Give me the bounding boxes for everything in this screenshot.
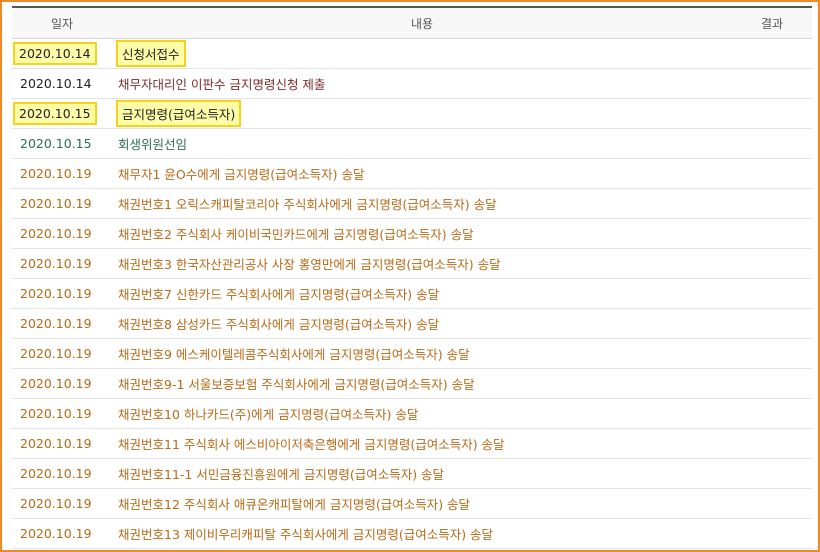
row-result xyxy=(732,518,812,549)
row-date: 2020.10.19 xyxy=(12,458,112,489)
table-row: 2020.10.19 채권번호8 삼성카드 주식회사에게 금지명령(급여소득자)… xyxy=(12,308,812,339)
row-content: 채무자1 윤O수에게 금지명령(급여소득자) 송달 xyxy=(112,158,732,189)
row-content: 채권번호7 신한카드 주식회사에게 금지명령(급여소득자) 송달 xyxy=(112,278,732,309)
row-result xyxy=(732,188,812,219)
row-result xyxy=(732,488,812,519)
table-row: 2020.10.14 채무자대리인 이판수 금지명령신청 제출 xyxy=(12,68,812,99)
row-result xyxy=(732,218,812,249)
header-date: 일자 xyxy=(12,8,112,39)
row-result xyxy=(732,308,812,339)
row-content: 채권번호13 제이비우리캐피탈 주식회사에게 금지명령(급여소득자) 송달 xyxy=(112,518,732,549)
table-row: 2020.10.19 채권번호9-1 서울보증보험 주식회사에게 금지명령(급여… xyxy=(12,368,812,399)
row-result xyxy=(732,128,812,159)
table-row: 2020.10.15 금지명령(급여소득자) xyxy=(12,98,812,129)
row-date: 2020.10.19 xyxy=(12,158,112,189)
row-date: 2020.10.19 xyxy=(12,428,112,459)
row-date: 2020.10.15 xyxy=(12,98,112,129)
row-result xyxy=(732,98,812,129)
row-date: 2020.10.19 xyxy=(12,338,112,369)
case-progress-table-wrap: 일자 내용 결과 2020.10.14 신청서접수 2020.10.14 채무자… xyxy=(12,6,812,549)
row-date: 2020.10.19 xyxy=(12,518,112,549)
row-date: 2020.10.19 xyxy=(12,488,112,519)
table-row: 2020.10.15 회생위원선임 xyxy=(12,128,812,159)
table-row: 2020.10.19 채무자1 윤O수에게 금지명령(급여소득자) 송달 xyxy=(12,158,812,189)
row-date: 2020.10.14 xyxy=(12,38,112,69)
row-content: 채권번호2 주식회사 케이비국민카드에게 금지명령(급여소득자) 송달 xyxy=(112,218,732,249)
row-date: 2020.10.19 xyxy=(12,398,112,429)
row-date: 2020.10.19 xyxy=(12,248,112,279)
table-row: 2020.10.14 신청서접수 xyxy=(12,38,812,69)
row-result xyxy=(732,38,812,69)
row-content: 채권번호11-1 서민금융진흥원에게 금지명령(급여소득자) 송달 xyxy=(112,458,732,489)
table-row: 2020.10.19 채권번호10 하나카드(주)에게 금지명령(급여소득자) … xyxy=(12,398,812,429)
row-content: 채권번호9-1 서울보증보험 주식회사에게 금지명령(급여소득자) 송달 xyxy=(112,368,732,399)
row-date: 2020.10.19 xyxy=(12,188,112,219)
row-date: 2020.10.19 xyxy=(12,308,112,339)
table-header-row: 일자 내용 결과 xyxy=(12,8,812,39)
row-date: 2020.10.19 xyxy=(12,368,112,399)
row-result xyxy=(732,158,812,189)
row-content: 채권번호9 에스케이텔레콤주식회사에게 금지명령(급여소득자) 송달 xyxy=(112,338,732,369)
row-date: 2020.10.19 xyxy=(12,218,112,249)
header-content: 내용 xyxy=(112,8,732,39)
table-row: 2020.10.19 채권번호3 한국자산관리공사 사장 홍영만에게 금지명령(… xyxy=(12,248,812,279)
row-content: 채권번호1 오릭스캐피탈코리아 주식회사에게 금지명령(급여소득자) 송달 xyxy=(112,188,732,219)
row-result xyxy=(732,68,812,99)
case-progress-panel: 일자 내용 결과 2020.10.14 신청서접수 2020.10.14 채무자… xyxy=(0,0,820,552)
row-content: 채권번호11 주식회사 에스비아이저축은행에게 금지명령(급여소득자) 송달 xyxy=(112,428,732,459)
row-content: 회생위원선임 xyxy=(112,128,732,159)
row-content: 채권번호10 하나카드(주)에게 금지명령(급여소득자) 송달 xyxy=(112,398,732,429)
row-result xyxy=(732,278,812,309)
table-row: 2020.10.19 채권번호2 주식회사 케이비국민카드에게 금지명령(급여소… xyxy=(12,218,812,249)
row-result xyxy=(732,248,812,279)
row-date: 2020.10.14 xyxy=(12,68,112,99)
row-result xyxy=(732,398,812,429)
table-row: 2020.10.19 채권번호11-1 서민금융진흥원에게 금지명령(급여소득자… xyxy=(12,458,812,489)
header-result: 결과 xyxy=(732,8,812,39)
row-result xyxy=(732,368,812,399)
row-content: 채무자대리인 이판수 금지명령신청 제출 xyxy=(112,68,732,99)
row-content: 신청서접수 xyxy=(112,38,732,69)
table-row: 2020.10.19 채권번호12 주식회사 애큐온캐피탈에게 금지명령(급여소… xyxy=(12,488,812,519)
row-result xyxy=(732,458,812,489)
case-progress-table: 일자 내용 결과 2020.10.14 신청서접수 2020.10.14 채무자… xyxy=(12,8,812,549)
row-content: 채권번호3 한국자산관리공사 사장 홍영만에게 금지명령(급여소득자) 송달 xyxy=(112,248,732,279)
table-row: 2020.10.19 채권번호9 에스케이텔레콤주식회사에게 금지명령(급여소득… xyxy=(12,338,812,369)
row-content: 금지명령(급여소득자) xyxy=(112,98,732,129)
row-date: 2020.10.19 xyxy=(12,278,112,309)
row-result xyxy=(732,338,812,369)
row-result xyxy=(732,428,812,459)
table-row: 2020.10.19 채권번호11 주식회사 에스비아이저축은행에게 금지명령(… xyxy=(12,428,812,459)
table-row: 2020.10.19 채권번호13 제이비우리캐피탈 주식회사에게 금지명령(급… xyxy=(12,518,812,549)
table-row: 2020.10.19 채권번호7 신한카드 주식회사에게 금지명령(급여소득자)… xyxy=(12,278,812,309)
row-content: 채권번호8 삼성카드 주식회사에게 금지명령(급여소득자) 송달 xyxy=(112,308,732,339)
table-row: 2020.10.19 채권번호1 오릭스캐피탈코리아 주식회사에게 금지명령(급… xyxy=(12,188,812,219)
row-content: 채권번호12 주식회사 애큐온캐피탈에게 금지명령(급여소득자) 송달 xyxy=(112,488,732,519)
row-date: 2020.10.15 xyxy=(12,128,112,159)
